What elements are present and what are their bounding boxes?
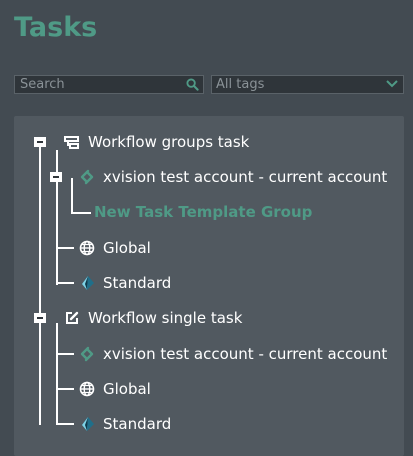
tree-item-global[interactable]: Global (79, 238, 151, 258)
globe-icon (79, 381, 95, 397)
search-box[interactable] (14, 75, 204, 94)
tree-connector (56, 178, 58, 285)
tree-item-label: Global (103, 239, 151, 257)
collapse-toggle-group-task[interactable] (34, 137, 46, 147)
tree-item-label: Workflow single task (88, 309, 243, 327)
page-title: Tasks (14, 12, 98, 43)
tree-connector (56, 323, 58, 425)
tree-item-label: Standard (103, 415, 172, 433)
tree-connector (71, 178, 73, 213)
collapse-toggle-account[interactable] (50, 172, 62, 182)
tree-connector (71, 212, 91, 214)
tree-item-standard[interactable]: Standard (79, 273, 171, 293)
standard-diamond-icon (82, 276, 94, 290)
tree-item-label: Global (103, 380, 151, 398)
tree-item-label: New Task Template Group (94, 203, 313, 221)
tree-connector (56, 353, 74, 355)
account-link-icon (80, 346, 94, 362)
account-link-icon (80, 169, 94, 185)
collapse-toggle-single-task[interactable] (34, 313, 46, 323)
tree-connector (56, 423, 74, 425)
tree-item-label: xvision test account - current account (103, 345, 388, 363)
standard-diamond-icon (82, 417, 94, 431)
globe-icon (79, 240, 95, 256)
tree-connector (56, 150, 58, 172)
workflow-group-icon (64, 136, 79, 149)
task-tree-panel: Workflow groups task xvision test accoun… (14, 116, 404, 456)
tree-item-account[interactable]: xvision test account - current account (79, 344, 387, 364)
tree-connector (56, 388, 74, 390)
tree-item-account[interactable]: xvision test account - current account (79, 167, 387, 187)
tree-connector (39, 318, 41, 425)
tree-item-label: Workflow groups task (88, 133, 250, 151)
tree-connector (56, 282, 74, 284)
tree-connector (39, 146, 41, 318)
tree-item-label: Standard (103, 274, 172, 292)
edit-icon (66, 311, 79, 324)
search-icon[interactable] (186, 78, 199, 91)
tree-item-workflow-groups-task[interactable]: Workflow groups task (64, 132, 249, 152)
chevron-down-icon[interactable] (386, 79, 398, 89)
tree-item-global[interactable]: Global (79, 379, 151, 399)
tags-dropdown[interactable]: All tags (211, 75, 404, 94)
tree-item-template-group[interactable]: New Task Template Group (94, 202, 312, 222)
tree-item-standard[interactable]: Standard (79, 414, 171, 434)
search-input[interactable] (15, 76, 186, 93)
tree-item-label: xvision test account - current account (103, 168, 388, 186)
tree-item-workflow-single-task[interactable]: Workflow single task (64, 308, 242, 328)
tree-connector (56, 247, 74, 249)
tags-dropdown-value: All tags (216, 77, 265, 92)
